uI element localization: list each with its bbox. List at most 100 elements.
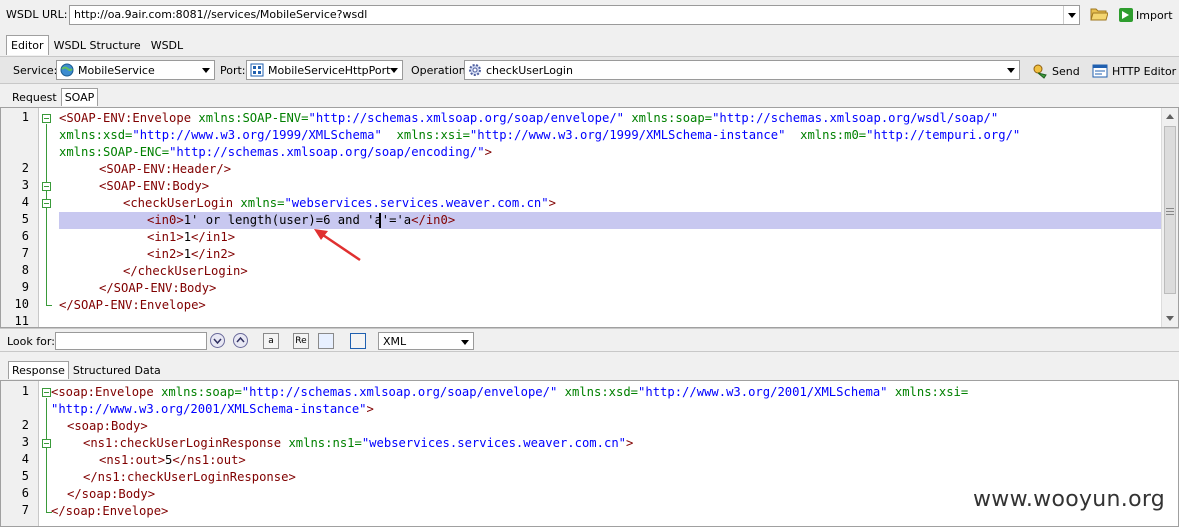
fold-toggle-icon[interactable]	[42, 388, 51, 397]
line-number: 6	[21, 229, 29, 243]
line-number: 9	[21, 280, 29, 294]
code-line: <in2>1</in2>	[147, 247, 236, 261]
fold-toggle-icon[interactable]	[42, 182, 51, 191]
line-number: 1	[21, 384, 29, 398]
code-line: </soap:Envelope>	[51, 504, 169, 518]
look-for-label: Look for:	[7, 335, 55, 348]
code-line: <ns1:checkUserLoginResponse xmlns:ns1="w…	[83, 436, 634, 450]
service-select-value: MobileService	[78, 64, 155, 77]
format-select-value: XML	[383, 335, 407, 348]
line-number: 1	[21, 110, 29, 124]
grip-line	[1166, 208, 1174, 209]
code-line: <in1>1</in1>	[147, 230, 236, 244]
chevron-down-icon	[390, 68, 398, 73]
port-grid-icon	[250, 63, 264, 77]
code-line: <SOAP-ENV:Envelope xmlns:SOAP-ENV="http:…	[59, 111, 999, 125]
response-result-line: <ns1:out>5</ns1:out>	[99, 453, 246, 467]
fold-guide-end	[46, 305, 52, 306]
code-line-wrap: xmlns:SOAP-ENC="http://schemas.xmlsoap.o…	[59, 145, 492, 159]
highlight-all-icon[interactable]	[318, 333, 334, 349]
find-previous-button[interactable]	[233, 333, 248, 348]
code-line: <checkUserLogin xmlns="webservices.servi…	[123, 196, 556, 210]
send-icon	[1033, 64, 1047, 79]
tab-response[interactable]: Response	[8, 361, 69, 379]
tab-editor[interactable]: Editor	[6, 35, 49, 55]
http-editor-icon	[1092, 64, 1108, 78]
regex-button[interactable]: Re	[293, 333, 309, 349]
code-line: <soap:Envelope xmlns:soap="http://schema…	[51, 385, 969, 399]
format-dropdown-button[interactable]	[457, 333, 473, 349]
chevron-down-icon	[461, 340, 469, 345]
import-button[interactable]: Import	[1119, 6, 1173, 24]
code-line: <soap:Body>	[67, 419, 148, 433]
line-number: 7	[21, 246, 29, 260]
scroll-down-arrow-icon[interactable]	[1166, 316, 1174, 321]
gear-icon	[469, 64, 481, 76]
wsdl-toolbar: WSDL URL: http://oa.9air.com:8081//servi…	[0, 0, 1179, 30]
line-number: 11	[14, 314, 29, 328]
request-vertical-scrollbar[interactable]	[1161, 108, 1178, 327]
request-line-gutter: 1 2 3 4 5 6 7 8 9 10 11	[1, 108, 39, 327]
wsdl-url-input[interactable]: http://oa.9air.com:8081//services/Mobile…	[69, 5, 1080, 25]
wsdl-url-dropdown-button[interactable]	[1063, 6, 1079, 24]
line-number: 4	[21, 195, 29, 209]
code-line: </checkUserLogin>	[123, 264, 248, 278]
tab-request[interactable]: Request	[8, 88, 61, 106]
http-editor-button[interactable]: HTTP Editor	[1092, 63, 1176, 79]
globe-icon	[60, 63, 74, 77]
fold-guide	[46, 124, 47, 305]
send-button[interactable]: Send	[1032, 63, 1080, 79]
grip-line	[1166, 214, 1174, 215]
port-select[interactable]: MobileServiceHttpPort	[246, 60, 403, 80]
operation-select[interactable]: checkUserLogin	[464, 60, 1020, 80]
scrollbar-thumb[interactable]	[1164, 126, 1176, 294]
tab-soap[interactable]: SOAP	[60, 88, 99, 106]
request-tabs: Request SOAP	[8, 88, 99, 106]
line-number: 2	[21, 418, 29, 432]
service-dropdown-button[interactable]	[198, 61, 214, 79]
operation-label: Operation:	[411, 64, 470, 77]
service-select[interactable]: MobileService	[56, 60, 215, 80]
line-number: 4	[21, 452, 29, 466]
fold-guide	[46, 398, 47, 512]
code-line: </soap:Body>	[67, 487, 156, 501]
watermark: www.wooyun.org	[973, 487, 1166, 512]
search-toolbar: Look for: a Re XML	[0, 328, 1179, 352]
annotation-arrow-icon	[314, 229, 361, 262]
tab-structured-data[interactable]: Structured Data	[69, 361, 165, 379]
response-tabs: Response Structured Data	[8, 361, 165, 379]
scroll-up-arrow-icon[interactable]	[1166, 114, 1174, 119]
operation-dropdown-button[interactable]	[1003, 61, 1019, 79]
code-line-wrap: xmlns:xsd="http://www.w3.org/1999/XMLSch…	[59, 128, 1021, 142]
line-number: 3	[21, 178, 29, 192]
line-number: 10	[14, 297, 29, 311]
fold-toggle-icon[interactable]	[42, 114, 51, 123]
operation-select-value: checkUserLogin	[486, 64, 573, 77]
service-label: Service:	[13, 64, 58, 77]
request-editor[interactable]: 1 2 3 4 5 6 7 8 9 10 11 <SOAP-ENV:Envelo…	[0, 107, 1179, 328]
fold-toggle-icon[interactable]	[42, 199, 51, 208]
code-line: </SOAP-ENV:Envelope>	[59, 298, 206, 312]
port-dropdown-button[interactable]	[386, 61, 402, 79]
line-number: 7	[21, 503, 29, 517]
line-number: 2	[21, 161, 29, 175]
chevron-down-icon	[1007, 68, 1015, 73]
tab-wsdl-structure[interactable]: WSDL Structure	[49, 35, 146, 55]
open-folder-icon[interactable]	[1090, 6, 1108, 22]
code-line: </ns1:checkUserLoginResponse>	[83, 470, 296, 484]
chevron-down-icon	[202, 68, 210, 73]
code-line-wrap: "http://www.w3.org/2001/XMLSchema-instan…	[51, 402, 374, 416]
tab-wsdl[interactable]: WSDL	[146, 35, 188, 55]
injected-payload-line: <in0>1' or length(user)=6 and 'a'='a</in…	[147, 213, 456, 227]
line-number: 5	[21, 212, 29, 226]
arrow-down-icon	[213, 338, 222, 345]
find-next-button[interactable]	[210, 333, 225, 348]
match-case-button[interactable]: a	[263, 333, 279, 349]
line-number: 8	[21, 263, 29, 277]
fold-toggle-icon[interactable]	[42, 439, 51, 448]
import-button-label: Import	[1136, 8, 1173, 22]
code-line: <SOAP-ENV:Header/>	[99, 162, 232, 176]
look-for-input[interactable]	[55, 332, 207, 350]
format-xml-icon[interactable]	[350, 333, 366, 349]
format-select[interactable]: XML	[378, 332, 474, 350]
